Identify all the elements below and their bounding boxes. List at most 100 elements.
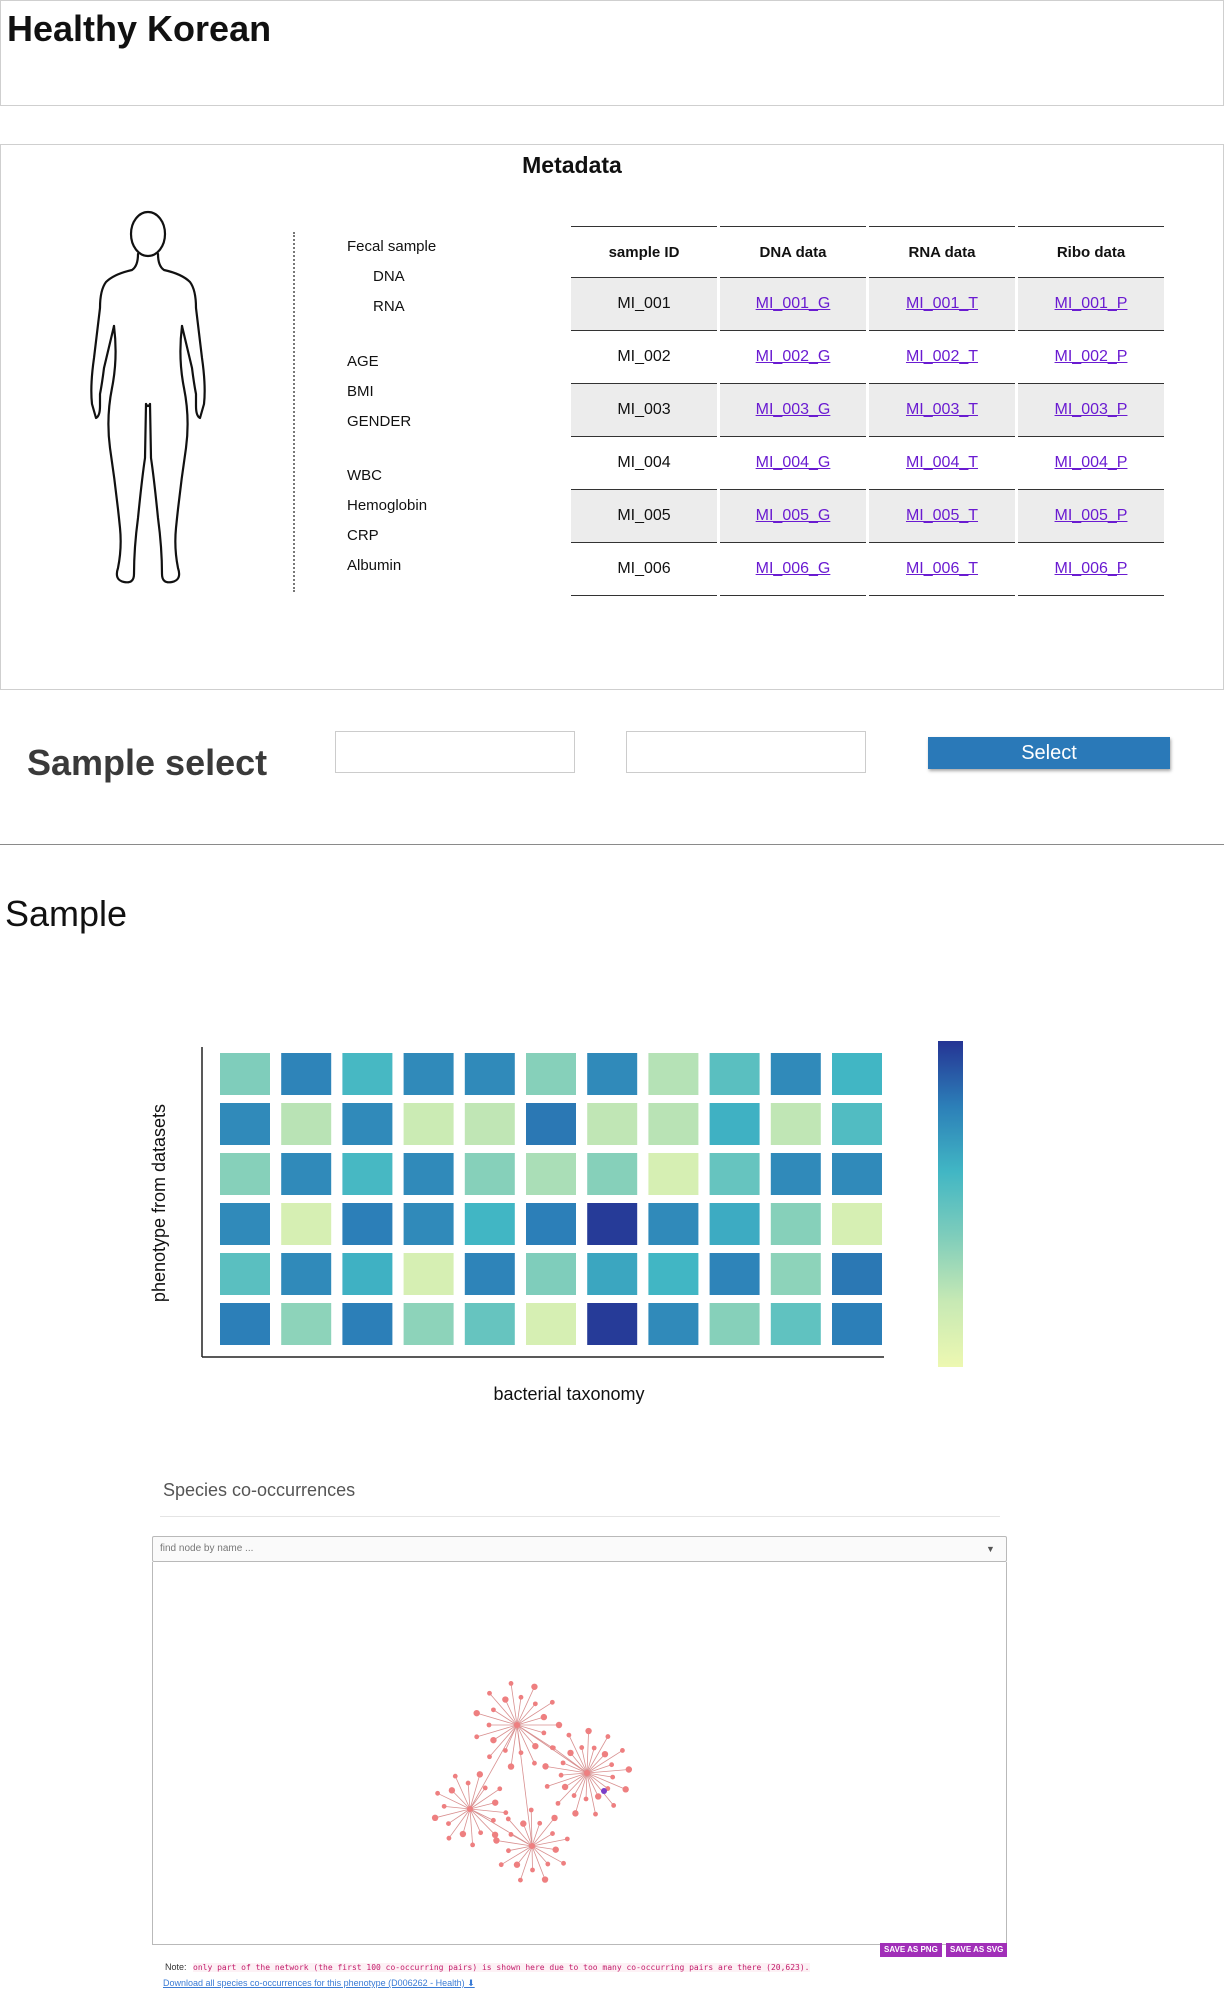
download-cooccurrences-link[interactable]: Download all species co-occurrences for … <box>163 1978 475 1989</box>
network-node[interactable] <box>490 1736 497 1744</box>
rna-data-link[interactable]: MI_001_T <box>906 295 978 312</box>
network-node[interactable] <box>506 1848 511 1854</box>
dna-data-link[interactable]: MI_006_G <box>756 560 831 577</box>
rna-data-link[interactable]: MI_004_T <box>906 454 978 471</box>
network-node[interactable] <box>508 1681 514 1686</box>
network-node[interactable] <box>474 1734 480 1740</box>
network-node[interactable] <box>601 1750 609 1758</box>
sample-select-input-2[interactable] <box>626 731 866 773</box>
network-node[interactable] <box>564 1836 570 1842</box>
network-node[interactable] <box>497 1786 503 1792</box>
cooccurrence-network[interactable] <box>152 1562 1007 1945</box>
network-node[interactable] <box>505 1816 511 1822</box>
network-node[interactable] <box>555 1721 563 1729</box>
network-node[interactable] <box>610 1774 616 1780</box>
network-node[interactable] <box>487 1690 492 1696</box>
network-node[interactable] <box>503 1810 509 1816</box>
network-node[interactable] <box>446 1821 451 1827</box>
network-node[interactable] <box>550 1831 555 1836</box>
network-node[interactable] <box>541 1876 549 1883</box>
network-node[interactable] <box>502 1696 509 1703</box>
network-hub-node[interactable] <box>584 1770 590 1776</box>
network-node[interactable] <box>540 1713 548 1721</box>
chevron-down-icon[interactable]: ▼ <box>986 1544 995 1554</box>
network-node[interactable] <box>583 1796 589 1802</box>
network-node[interactable] <box>622 1786 629 1793</box>
network-node[interactable] <box>595 1793 602 1800</box>
network-highlight-node[interactable] <box>601 1788 607 1794</box>
network-node[interactable] <box>585 1727 592 1735</box>
network-node[interactable] <box>625 1766 633 1773</box>
network-node[interactable] <box>552 1846 559 1853</box>
network-node[interactable] <box>551 1814 558 1822</box>
network-node[interactable] <box>478 1830 484 1836</box>
network-node[interactable] <box>530 1867 535 1873</box>
network-node[interactable] <box>482 1785 488 1791</box>
network-node[interactable] <box>532 1701 538 1707</box>
network-node[interactable] <box>441 1803 447 1809</box>
network-node[interactable] <box>620 1748 625 1753</box>
network-node[interactable] <box>518 1750 524 1756</box>
network-node[interactable] <box>491 1707 496 1713</box>
network-node[interactable] <box>571 1793 577 1798</box>
network-node[interactable] <box>593 1811 598 1817</box>
network-node[interactable] <box>560 1760 566 1766</box>
save-as-svg-button[interactable]: SAVE AS SVG <box>946 1943 1008 1957</box>
network-node[interactable] <box>507 1763 515 1770</box>
dna-data-link[interactable]: MI_003_G <box>756 401 831 418</box>
network-node[interactable] <box>528 1807 534 1813</box>
network-node[interactable] <box>544 1784 550 1789</box>
network-node[interactable] <box>493 1837 500 1844</box>
network-node[interactable] <box>470 1842 476 1848</box>
network-node[interactable] <box>448 1787 456 1794</box>
network-node[interactable] <box>498 1862 504 1868</box>
ribo-data-link[interactable]: MI_004_P <box>1055 454 1128 471</box>
sample-select-input-1[interactable] <box>335 731 575 773</box>
network-node[interactable] <box>611 1803 617 1808</box>
network-node[interactable] <box>476 1771 484 1778</box>
network-node[interactable] <box>520 1820 527 1827</box>
network-node[interactable] <box>459 1830 467 1838</box>
rna-data-link[interactable]: MI_003_T <box>906 401 978 418</box>
network-node[interactable] <box>609 1762 615 1768</box>
network-node[interactable] <box>513 1861 521 1868</box>
ribo-data-link[interactable]: MI_003_P <box>1055 401 1128 418</box>
network-hub-node[interactable] <box>529 1843 535 1849</box>
network-node[interactable] <box>487 1754 492 1760</box>
network-node[interactable] <box>541 1730 547 1736</box>
network-node[interactable] <box>502 1748 508 1753</box>
ribo-data-link[interactable]: MI_001_P <box>1055 295 1128 312</box>
network-node[interactable] <box>508 1832 514 1837</box>
dna-data-link[interactable]: MI_001_G <box>756 295 831 312</box>
ribo-data-link[interactable]: MI_006_P <box>1055 560 1128 577</box>
network-node[interactable] <box>473 1709 480 1717</box>
select-button[interactable]: Select <box>928 737 1170 769</box>
network-hub-node[interactable] <box>514 1722 520 1728</box>
network-node[interactable] <box>550 1745 556 1751</box>
save-as-png-button[interactable]: SAVE AS PNG <box>880 1943 942 1957</box>
network-node[interactable] <box>465 1780 471 1786</box>
network-node[interactable] <box>531 1683 538 1690</box>
rna-data-link[interactable]: MI_006_T <box>906 560 978 577</box>
network-node[interactable] <box>492 1799 499 1806</box>
network-node[interactable] <box>435 1790 440 1796</box>
network-node[interactable] <box>605 1734 611 1739</box>
rna-data-link[interactable]: MI_005_T <box>906 507 978 524</box>
network-node[interactable] <box>572 1810 579 1817</box>
network-node[interactable] <box>431 1814 439 1822</box>
dna-data-link[interactable]: MI_002_G <box>756 348 831 365</box>
dna-data-link[interactable]: MI_004_G <box>756 454 831 471</box>
rna-data-link[interactable]: MI_002_T <box>906 348 978 365</box>
network-node[interactable] <box>558 1772 564 1778</box>
network-node[interactable] <box>579 1745 585 1750</box>
ribo-data-link[interactable]: MI_002_P <box>1055 348 1128 365</box>
network-node[interactable] <box>549 1699 555 1705</box>
network-hub-node[interactable] <box>467 1806 473 1812</box>
network-node[interactable] <box>567 1749 574 1757</box>
network-node[interactable] <box>555 1800 561 1806</box>
node-search-dropdown[interactable] <box>152 1536 1007 1562</box>
network-node[interactable] <box>545 1861 551 1867</box>
network-node[interactable] <box>518 1877 523 1883</box>
network-node[interactable] <box>566 1732 572 1738</box>
network-node[interactable] <box>532 1760 537 1766</box>
